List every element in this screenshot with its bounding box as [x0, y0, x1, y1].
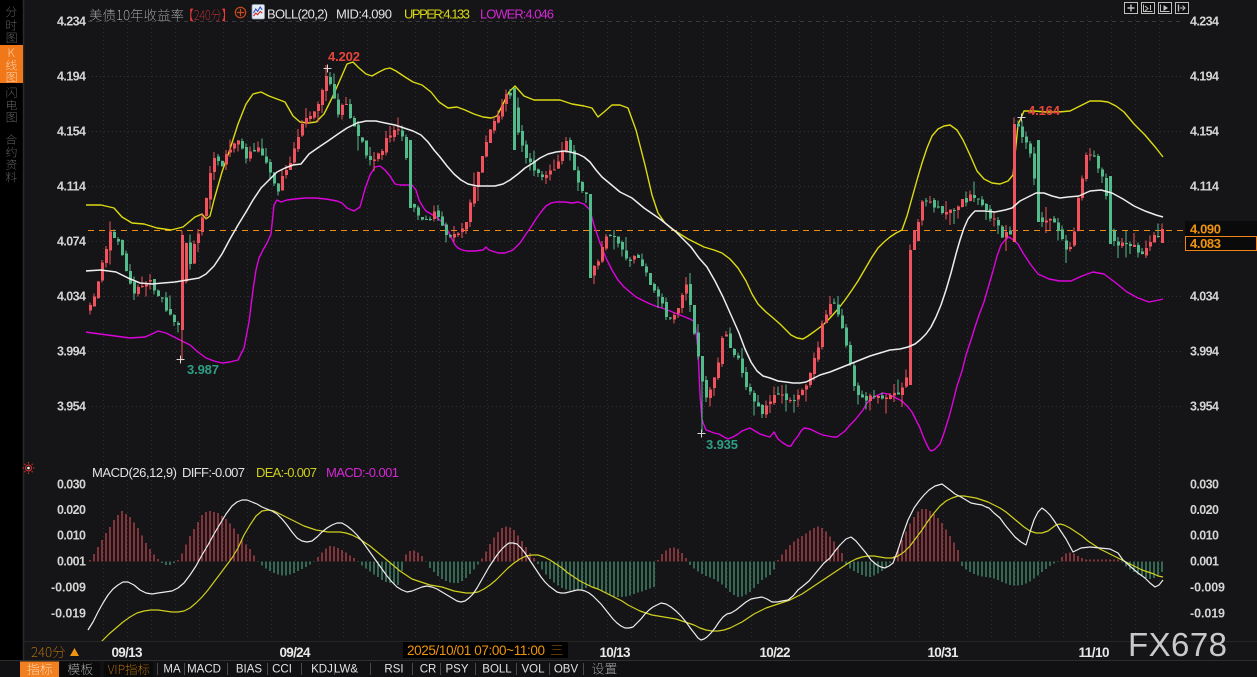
svg-text:UPPER:4.133: UPPER:4.133 — [404, 7, 470, 22]
svg-text:4.234: 4.234 — [1190, 15, 1219, 29]
svg-text:MID:4.090: MID:4.090 — [336, 7, 392, 22]
svg-text:BIAS: BIAS — [236, 664, 263, 676]
svg-text:3.987: 3.987 — [187, 362, 219, 377]
svg-text:MACD:-0.001: MACD:-0.001 — [326, 465, 399, 480]
svg-text:OBV: OBV — [554, 664, 579, 676]
svg-text:KDJ: KDJ — [311, 664, 333, 676]
svg-text:10/31: 10/31 — [928, 645, 959, 660]
svg-text:PSY: PSY — [445, 664, 468, 676]
svg-text:VOL: VOL — [521, 664, 545, 676]
svg-text:0.030: 0.030 — [57, 478, 86, 492]
svg-text:MA: MA — [163, 664, 181, 676]
svg-text:4.083: 4.083 — [1190, 236, 1221, 251]
svg-text:-0.009: -0.009 — [51, 581, 86, 595]
svg-text:0.001: 0.001 — [1190, 555, 1219, 569]
svg-text:10/22: 10/22 — [760, 645, 791, 660]
svg-text:4.164: 4.164 — [1028, 103, 1061, 118]
svg-text:-0.019: -0.019 — [1190, 607, 1225, 621]
svg-text:4.114: 4.114 — [57, 180, 86, 194]
svg-text:DEA:-0.007: DEA:-0.007 — [256, 465, 317, 480]
svg-text:MACD(26,12,9): MACD(26,12,9) — [92, 465, 177, 480]
svg-text:DIFF:-0.007: DIFF:-0.007 — [182, 465, 245, 480]
svg-text:0.010: 0.010 — [57, 529, 86, 543]
svg-text:CR: CR — [420, 664, 437, 676]
svg-text:11/10: 11/10 — [1079, 645, 1110, 660]
svg-text:4.090: 4.090 — [1190, 222, 1221, 237]
svg-text:3.954: 3.954 — [57, 400, 86, 414]
svg-text:4.034: 4.034 — [1190, 290, 1219, 304]
svg-text:0.001: 0.001 — [57, 555, 86, 569]
svg-text:BOLL: BOLL — [482, 664, 512, 676]
svg-text:LW&: LW& — [334, 664, 358, 676]
svg-text:4.154: 4.154 — [57, 125, 86, 139]
svg-text:3.994: 3.994 — [1190, 345, 1219, 359]
svg-text:MACD: MACD — [187, 664, 221, 676]
svg-text:0.010: 0.010 — [1190, 529, 1219, 543]
svg-text:CCI: CCI — [272, 664, 292, 676]
svg-text:0.020: 0.020 — [1190, 503, 1219, 517]
svg-text:4.074: 4.074 — [57, 235, 86, 249]
svg-text:3.935: 3.935 — [706, 437, 738, 452]
svg-text:09/13: 09/13 — [112, 645, 143, 660]
svg-text:09/24: 09/24 — [280, 645, 311, 660]
svg-text:2025/10/01 07:00~11:00: 2025/10/01 07:00~11:00 — [407, 643, 545, 658]
svg-text:FX678: FX678 — [1128, 626, 1227, 663]
svg-text:-0.009: -0.009 — [1190, 581, 1225, 595]
svg-text:-0.019: -0.019 — [51, 607, 86, 621]
svg-text:BOLL(20,2): BOLL(20,2) — [267, 7, 328, 22]
svg-text:0.020: 0.020 — [57, 503, 86, 517]
svg-text:4.114: 4.114 — [1190, 180, 1219, 194]
svg-text:10/13: 10/13 — [600, 645, 631, 660]
svg-text:0.030: 0.030 — [1190, 478, 1219, 492]
svg-text:RSI: RSI — [384, 664, 403, 676]
svg-text:3.994: 3.994 — [57, 345, 86, 359]
svg-text:4.234: 4.234 — [57, 15, 86, 29]
svg-text:4.194: 4.194 — [1190, 70, 1219, 84]
svg-text:4.034: 4.034 — [57, 290, 86, 304]
svg-text:4.202: 4.202 — [328, 49, 360, 64]
svg-text:4.194: 4.194 — [57, 70, 86, 84]
svg-text:4.154: 4.154 — [1190, 125, 1219, 139]
svg-text:3.954: 3.954 — [1190, 400, 1219, 414]
svg-text:LOWER:4.046: LOWER:4.046 — [480, 7, 554, 22]
